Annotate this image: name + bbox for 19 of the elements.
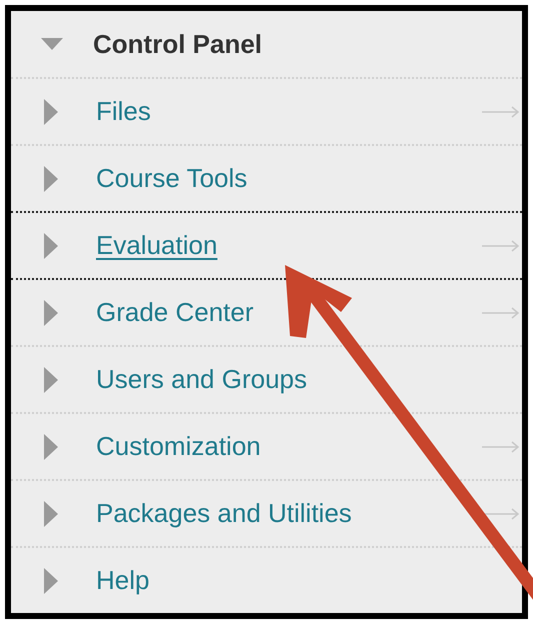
caret-right-icon[interactable] (44, 434, 58, 460)
menu-link[interactable]: Course Tools (96, 163, 248, 194)
menu-link[interactable]: Help (96, 565, 150, 596)
caret-right-icon[interactable] (44, 98, 58, 124)
menu-link[interactable]: Files (96, 96, 151, 127)
caret-right-icon[interactable] (44, 500, 58, 526)
caret-right-icon[interactable] (44, 166, 58, 192)
menu-link[interactable]: Packages and Utilities (96, 498, 352, 529)
menu-link[interactable]: Users and Groups (96, 364, 307, 395)
menu-link[interactable]: Customization (96, 431, 261, 462)
menu-link[interactable]: Grade Center (96, 297, 254, 328)
caret-right-icon[interactable] (44, 366, 58, 392)
panel-title: Control Panel (93, 28, 262, 60)
caret-right-icon[interactable] (44, 300, 58, 326)
caret-right-icon[interactable] (44, 232, 58, 258)
caret-right-icon[interactable] (44, 568, 58, 594)
caret-down-icon[interactable] (41, 36, 63, 52)
menu-link[interactable]: Evaluation (96, 230, 218, 261)
arrow-right-icon[interactable] (482, 506, 520, 520)
